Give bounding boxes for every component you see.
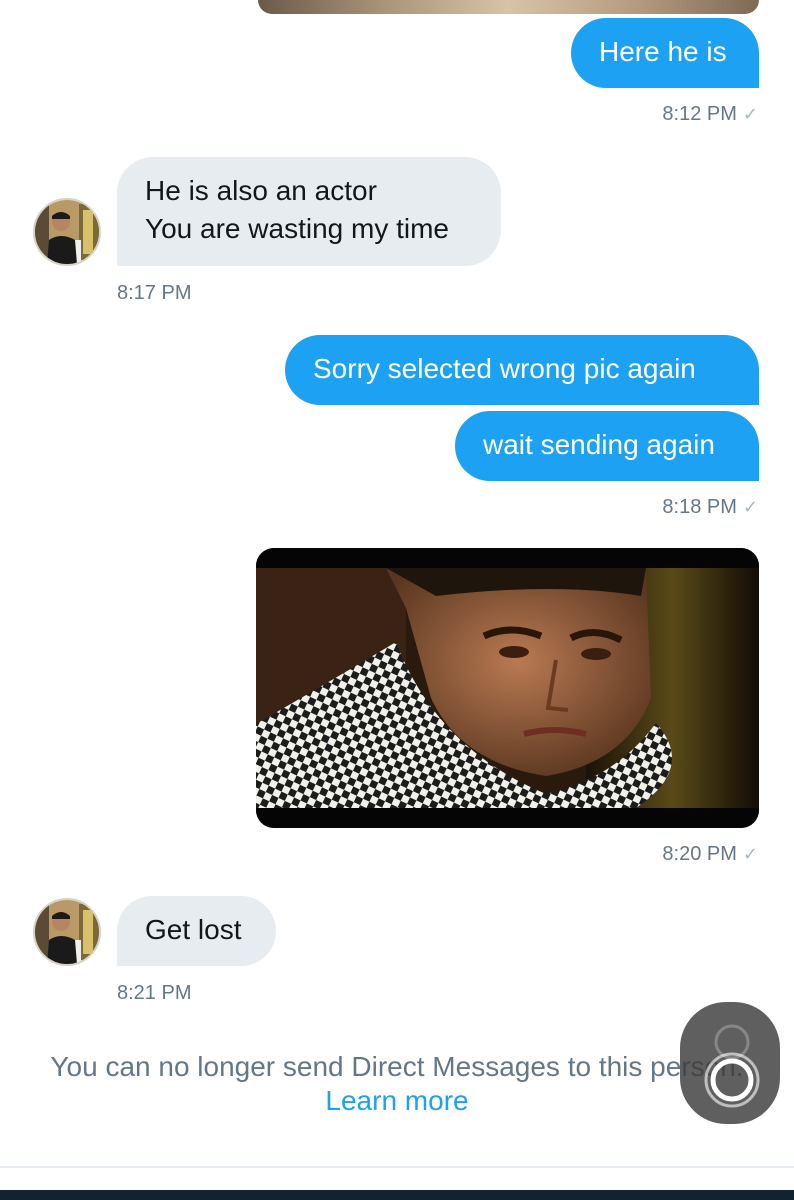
footer-divider: [0, 1166, 794, 1168]
bottom-navigation-bar: [0, 1190, 794, 1200]
outgoing-message-bubble[interactable]: Sorry selected wrong pic again: [285, 335, 759, 405]
message-text: Get lost: [145, 914, 242, 945]
outgoing-message-bubble[interactable]: Here he is: [571, 18, 759, 88]
check-icon: ✓: [742, 844, 758, 864]
learn-more-link[interactable]: Learn more: [0, 1084, 794, 1118]
message-text-line: You are wasting my time: [145, 213, 449, 244]
message-timestamp: 8:21 PM: [117, 982, 192, 1004]
assistive-touch-button[interactable]: [680, 1002, 780, 1124]
avatar-image: [35, 900, 99, 964]
check-icon: ✓: [742, 104, 758, 124]
message-timestamp: 8:18 PM ✓: [662, 496, 758, 518]
message-timestamp: 8:20 PM ✓: [662, 843, 758, 865]
incoming-message-bubble[interactable]: Get lost: [117, 896, 276, 966]
photo-man-in-scarf: [256, 548, 759, 828]
blocked-notice: You can no longer send Direct Messages t…: [0, 1050, 794, 1118]
avatar[interactable]: [33, 198, 101, 266]
avatar[interactable]: [33, 898, 101, 966]
incoming-message-bubble[interactable]: He is also an actor You are wasting my t…: [117, 157, 501, 266]
assistive-touch-icon: [704, 1024, 760, 1108]
message-timestamp: 8:17 PM: [117, 282, 192, 304]
check-icon: ✓: [742, 497, 758, 517]
message-timestamp: 8:12 PM ✓: [662, 103, 758, 125]
blocked-notice-text: You can no longer send Direct Messages t…: [50, 1051, 744, 1082]
message-text-line: He is also an actor: [145, 175, 377, 206]
message-text: Here he is: [599, 36, 727, 67]
avatar-image: [35, 200, 99, 264]
message-text: wait sending again: [483, 429, 715, 460]
previous-image-thumbnail[interactable]: [258, 0, 759, 14]
message-text: Sorry selected wrong pic again: [313, 353, 696, 384]
shared-photo[interactable]: [256, 548, 759, 828]
outgoing-message-bubble[interactable]: wait sending again: [455, 411, 759, 481]
